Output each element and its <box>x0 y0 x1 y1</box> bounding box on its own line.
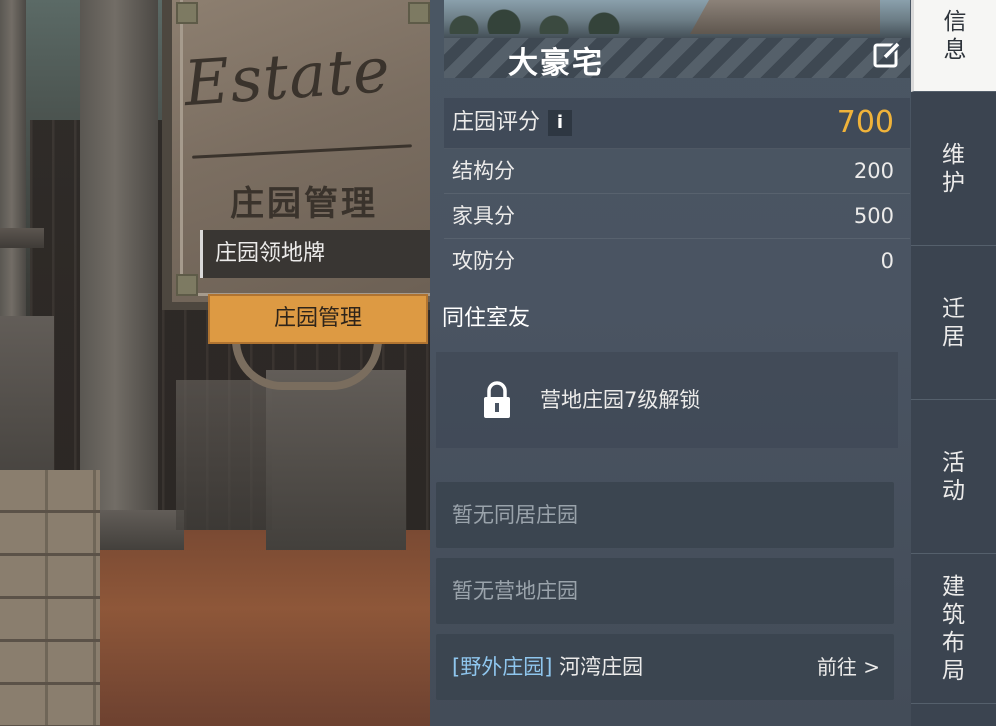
estate-name: 大豪宅 <box>508 46 604 78</box>
wild-estate-name: 河湾庄园 <box>559 655 644 679</box>
rating-value: 700 <box>836 105 894 140</box>
score-label: 结构分 <box>452 159 515 183</box>
info-icon[interactable]: i <box>548 110 573 136</box>
wooden-post <box>0 0 26 320</box>
side-tab-bar: 信息 维护 迁居 活动 建筑布局 <box>911 0 996 726</box>
game-scene: Estate 庄园管理 庄园领地牌 庄园管理 <box>0 0 430 726</box>
estate-info-panel: 大豪宅 庄园评分 i 700 结构分 200 家具分 500 攻防分 0 同住室… <box>430 0 911 726</box>
fence-block <box>176 380 272 530</box>
goto-button[interactable]: 前往 > <box>817 634 880 700</box>
tab-label: 建筑布局 <box>942 573 965 684</box>
board-rivet <box>408 2 430 24</box>
score-label: 攻防分 <box>452 249 515 273</box>
tab-label: 活动 <box>942 449 965 504</box>
estate-manage-button[interactable]: 庄园管理 <box>208 294 428 344</box>
wild-estate-tag: [野外庄园] <box>452 655 553 679</box>
sign-pedestal <box>266 370 406 550</box>
score-value: 500 <box>853 204 894 228</box>
empty-cohab-text: 暂无同居庄园 <box>452 503 578 527</box>
score-row-defense: 攻防分 0 <box>444 239 910 283</box>
estate-banner: 大豪宅 <box>444 0 910 78</box>
wild-estate-card[interactable]: [野外庄园] 河湾庄园 前往 > <box>436 634 894 700</box>
board-rivet <box>176 274 198 296</box>
score-label: 家具分 <box>452 204 515 228</box>
rating-row: 庄园评分 i 700 <box>444 98 910 149</box>
rating-label-wrap: 庄园评分 i <box>452 98 573 148</box>
banner-trees <box>444 0 704 34</box>
wooden-post <box>80 0 158 520</box>
empty-camp-text: 暂无营地庄园 <box>452 579 578 603</box>
wooden-beam <box>0 228 44 248</box>
tab-relocate[interactable]: 迁居 <box>911 246 996 400</box>
banner-house-roof <box>690 0 880 34</box>
score-row-structure: 结构分 200 <box>444 149 910 194</box>
score-row-furniture: 家具分 500 <box>444 194 910 239</box>
edit-icon[interactable] <box>872 40 902 70</box>
tab-label: 维护 <box>942 141 965 196</box>
board-title: 庄园管理 <box>230 184 378 224</box>
empty-cohab-card: 暂无同居庄园 <box>436 482 894 548</box>
tab-label: 信息 <box>943 8 967 63</box>
score-value: 200 <box>853 159 894 183</box>
dirt-ground <box>90 530 430 726</box>
tab-label: 迁居 <box>942 295 965 350</box>
locked-slot: 营地庄园7级解锁 <box>436 352 898 448</box>
rating-label: 庄园评分 <box>452 110 541 135</box>
tab-maintain[interactable]: 维护 <box>911 92 996 246</box>
stone-pillar <box>0 470 100 726</box>
lock-icon <box>482 380 512 420</box>
lock-text: 营地庄园7级解锁 <box>540 388 701 412</box>
score-value: 0 <box>880 249 894 273</box>
wild-estate-text: [野外庄园] 河湾庄园 <box>452 634 643 700</box>
board-script-text: Estate <box>181 32 393 121</box>
tab-activity[interactable]: 活动 <box>911 400 996 554</box>
score-list: 庄园评分 i 700 结构分 200 家具分 500 攻防分 0 <box>444 98 910 283</box>
plaque-label: 庄园领地牌 <box>200 230 430 278</box>
board-rivet <box>176 2 198 24</box>
empty-camp-card: 暂无营地庄园 <box>436 558 894 624</box>
tab-layout[interactable]: 建筑布局 <box>911 554 996 704</box>
tab-info[interactable]: 信息 <box>911 0 996 92</box>
roommates-title: 同住室友 <box>442 306 531 331</box>
